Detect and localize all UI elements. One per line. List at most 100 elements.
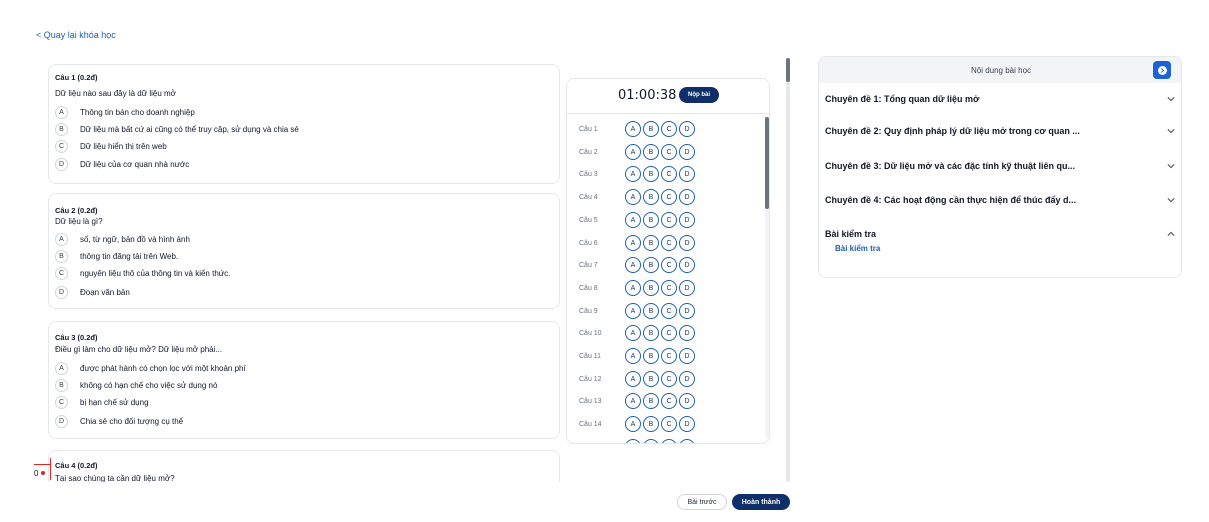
answer-bubble[interactable]: C <box>661 439 677 443</box>
answer-bubble[interactable]: B <box>643 416 659 432</box>
scrollbar-thumb[interactable] <box>786 58 790 82</box>
lesson-topic[interactable]: Chuyên đề 1: Tổng quan dữ liệu mở <box>825 91 1177 107</box>
answer-bubble[interactable]: D <box>679 439 695 443</box>
answer-bubble[interactable]: D <box>679 325 695 341</box>
answer-bubble[interactable]: D <box>679 416 695 432</box>
lesson-topic[interactable]: Bài kiểm tra <box>825 226 1177 242</box>
finish-button[interactable]: Hoàn thành <box>732 494 790 510</box>
answer-bubble[interactable]: B <box>643 393 659 409</box>
answer-bubble[interactable]: A <box>625 257 641 273</box>
answer-bubble[interactable]: B <box>643 280 659 296</box>
answer-bubble[interactable]: A <box>625 235 641 251</box>
answer-option[interactable]: Bkhông có hạn chế cho việc sử dụng nó <box>55 378 217 392</box>
back-to-course-link[interactable]: < Quay lại khóa học <box>36 30 116 40</box>
answer-bubble[interactable]: A <box>625 166 641 182</box>
answer-bubble[interactable]: D <box>679 371 695 387</box>
answer-option[interactable]: A Thông tin bán cho doanh nghiệp <box>55 105 195 119</box>
answer-bubble[interactable]: B <box>643 121 659 137</box>
answer-option[interactable]: D Đoạn văn bản <box>55 285 130 299</box>
option-letter-circle: A <box>55 361 68 375</box>
answer-bubble[interactable]: A <box>625 348 641 364</box>
answer-bubble[interactable]: B <box>643 189 659 205</box>
answer-bubble[interactable]: B <box>643 371 659 387</box>
previous-lesson-button[interactable]: Bài trước <box>677 494 727 510</box>
answer-bubble[interactable]: D <box>679 166 695 182</box>
answer-bubble[interactable]: D <box>679 280 695 296</box>
answer-bubble[interactable]: D <box>679 257 695 273</box>
answer-bubble[interactable]: C <box>661 416 677 432</box>
lesson-topic-label: Chuyên đề 1: Tổng quan dữ liệu mở <box>825 94 980 104</box>
answer-option[interactable]: Bthông tin đăng tải trên Web. <box>55 249 178 263</box>
answer-option[interactable]: D Dữ liệu của cơ quan nhà nước <box>55 157 189 171</box>
answer-grid-scrollbar[interactable] <box>765 117 769 439</box>
submit-button[interactable]: Nộp bài <box>679 87 719 103</box>
answer-bubble[interactable]: C <box>661 348 677 364</box>
answer-bubble[interactable]: A <box>625 280 641 296</box>
answer-bubble[interactable]: A <box>625 371 641 387</box>
answer-option[interactable]: Ađược phát hành có chọn lọc với một khoả… <box>55 361 246 375</box>
answer-bubble[interactable]: D <box>679 393 695 409</box>
answer-bubble[interactable]: C <box>661 393 677 409</box>
answer-bubble[interactable]: B <box>643 235 659 251</box>
option-text: được phát hành có chọn lọc với một khoản… <box>80 363 246 373</box>
answer-bubble[interactable]: B <box>643 144 659 160</box>
answer-option[interactable]: B Dữ liệu mà bất cứ ai cũng có thể truy c… <box>55 122 299 136</box>
scrollbar-thumb[interactable] <box>765 117 769 209</box>
answer-bubble[interactable]: B <box>643 439 659 443</box>
answer-row: Câu 10 A B C D <box>567 325 763 343</box>
answer-bubble[interactable]: B <box>643 348 659 364</box>
answer-bubble[interactable]: C <box>661 371 677 387</box>
chevron-right-icon <box>1157 65 1167 75</box>
answer-bubble[interactable]: C <box>661 121 677 137</box>
answer-bubble[interactable]: A <box>625 189 641 205</box>
lesson-topic-label: Chuyên đề 3: Dữ liệu mở và các đặc tính … <box>825 161 1075 171</box>
answer-bubble[interactable]: D <box>679 212 695 228</box>
answer-bubble[interactable]: C <box>661 212 677 228</box>
answer-row: Câu 11 A B C D <box>567 348 763 366</box>
answer-option[interactable]: Asố, từ ngữ, bản đồ và hình ảnh <box>55 232 190 246</box>
answer-bubble[interactable]: D <box>679 144 695 160</box>
answer-option[interactable]: Cbị hạn chế sử dụng <box>55 395 149 409</box>
option-text: thông tin đăng tải trên Web. <box>80 251 179 261</box>
answer-bubble[interactable]: D <box>679 303 695 319</box>
answer-bubble[interactable]: C <box>661 166 677 182</box>
answer-bubble[interactable]: B <box>643 212 659 228</box>
answer-bubble[interactable]: C <box>661 280 677 296</box>
answer-bubble[interactable]: D <box>679 348 695 364</box>
answer-bubble[interactable]: D <box>679 121 695 137</box>
answer-bubble[interactable]: C <box>661 144 677 160</box>
answer-bubble[interactable]: A <box>625 393 641 409</box>
answer-bubble[interactable]: A <box>625 439 641 443</box>
answer-bubble[interactable]: B <box>643 257 659 273</box>
lesson-topic[interactable]: Chuyên đề 4: Các hoạt động cần thực hiện… <box>825 192 1177 208</box>
lesson-topic[interactable]: Chuyên đề 3: Dữ liệu mở và các đặc tính … <box>825 158 1177 174</box>
answer-bubble[interactable]: C <box>661 235 677 251</box>
collapse-panel-button[interactable] <box>1153 61 1171 79</box>
answer-bubble[interactable]: B <box>643 325 659 341</box>
quiz-sub-link[interactable]: Bài kiểm tra <box>835 244 880 253</box>
answer-row-label: Câu 6 <box>579 240 598 247</box>
answer-bubble[interactable]: D <box>679 235 695 251</box>
answer-option[interactable]: Cnguyên liệu thô của thông tin và kiến t… <box>55 266 230 280</box>
answer-row: Câu 1 ABCD <box>567 121 763 139</box>
answer-bubble[interactable]: A <box>625 325 641 341</box>
answer-bubble[interactable]: A <box>625 144 641 160</box>
answer-bubble[interactable]: A <box>625 416 641 432</box>
answer-bubble[interactable]: A <box>625 121 641 137</box>
answer-bubble[interactable]: C <box>661 189 677 205</box>
answer-bubble[interactable]: B <box>643 303 659 319</box>
answer-bubble[interactable]: C <box>661 257 677 273</box>
answer-bubble[interactable]: C <box>661 303 677 319</box>
question-text: Dữ liệu là gì? <box>55 217 103 226</box>
answer-bubble[interactable]: A <box>625 303 641 319</box>
answer-option[interactable]: D Chia sẻ cho đối tượng cụ thể <box>55 414 183 428</box>
answer-bubble[interactable]: C <box>661 325 677 341</box>
lesson-topic-label: Chuyên đề 2: Quy định pháp lý dữ liệu mở… <box>825 126 1080 136</box>
answer-bubble[interactable]: B <box>643 166 659 182</box>
answer-bubble[interactable]: A <box>625 212 641 228</box>
answer-row-label: Câu 10 <box>579 330 602 337</box>
answer-option[interactable]: C Dữ liệu hiển thị trên web <box>55 139 167 153</box>
answer-bubble[interactable]: D <box>679 189 695 205</box>
question-list-scrollbar[interactable] <box>786 58 790 482</box>
lesson-topic[interactable]: Chuyên đề 2: Quy định pháp lý dữ liệu mở… <box>825 123 1177 139</box>
